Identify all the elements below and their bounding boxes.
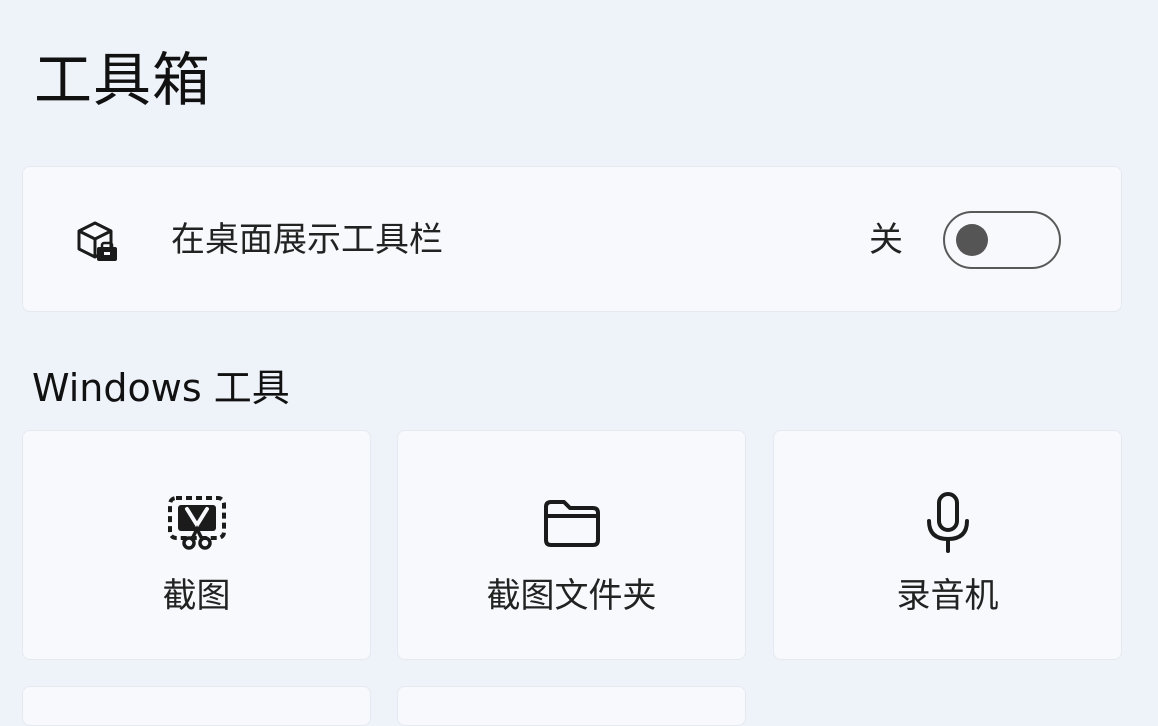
windows-tools-heading: Windows 工具 — [32, 366, 290, 410]
show-toolbar-toggle[interactable] — [943, 211, 1061, 269]
toggle-knob — [956, 224, 988, 256]
tool-label: 录音机 — [896, 576, 999, 616]
show-toolbar-label: 在桌面展示工具栏 — [171, 220, 443, 260]
tool-label: 截图 — [162, 576, 231, 616]
page-title: 工具箱 — [34, 46, 212, 114]
snipping-tool-icon — [167, 496, 226, 550]
tool-card-snipping[interactable]: 截图 — [22, 430, 371, 660]
folder-icon — [543, 500, 600, 547]
tool-label: 截图文件夹 — [486, 576, 657, 616]
tool-card-voice-recorder[interactable]: 录音机 — [773, 430, 1122, 660]
tool-card-row2[interactable] — [397, 686, 746, 726]
show-toolbar-setting: 在桌面展示工具栏 关 — [22, 166, 1122, 312]
microphone-icon — [926, 492, 969, 553]
tool-card-screenshot-folder[interactable]: 截图文件夹 — [397, 430, 746, 660]
toggle-state-label: 关 — [869, 220, 903, 260]
tool-card-row2[interactable] — [22, 686, 371, 726]
toolbox-icon — [77, 221, 117, 261]
